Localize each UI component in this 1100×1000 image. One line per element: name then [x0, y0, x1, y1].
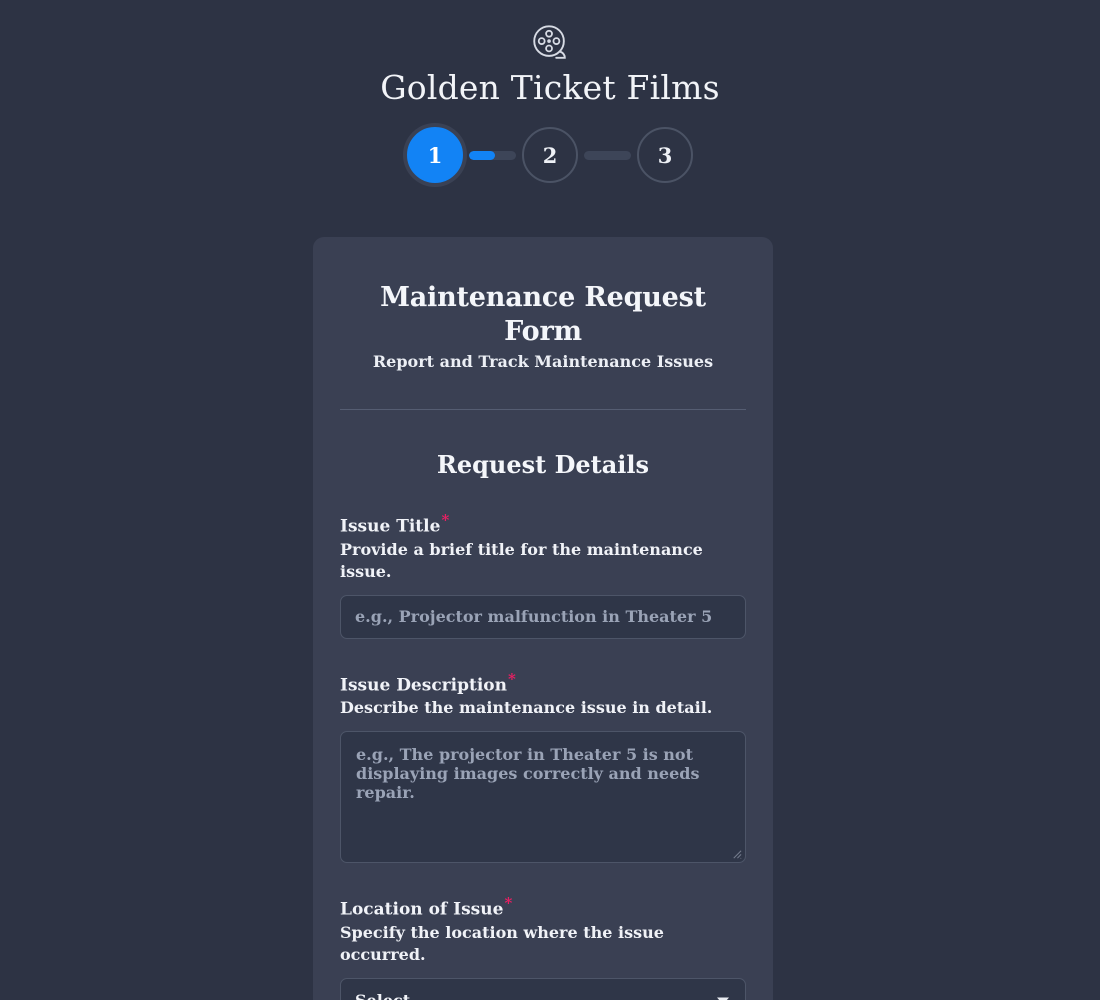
stepper-connector-2: [584, 150, 631, 160]
required-asterisk: *: [507, 669, 516, 688]
brand-header: Golden Ticket Films: [0, 0, 1100, 109]
stepper-step-2[interactable]: 2: [522, 127, 578, 183]
placeholder-line: repair.: [356, 783, 415, 803]
brand-name: Golden Ticket Films: [380, 68, 720, 107]
resize-handle-icon[interactable]: [731, 848, 742, 860]
required-asterisk: *: [441, 511, 450, 529]
section-title: Request Details: [436, 450, 650, 479]
field-issue-description-help: Describe the maintenance issue in detail…: [340, 698, 713, 718]
field-location-of-issue: Location of Issue* Specify the location …: [340, 896, 746, 1000]
field-issue-title-help: Provide a brief title for the maintenanc…: [340, 539, 703, 581]
stepper-connector-1: [469, 150, 516, 160]
field-issue-description-label-text: Issue Description: [340, 675, 507, 696]
placeholder-line: e.g., The projector in Theater 5 is not: [356, 745, 693, 765]
location-select-value: Select...: [355, 991, 427, 1000]
film-reel-icon: [533, 25, 566, 59]
header-divider: [340, 409, 746, 410]
field-issue-description: Issue Description* Describe the maintena…: [340, 669, 746, 864]
required-asterisk: *: [504, 894, 513, 913]
stepper-step-2-label: 2: [542, 142, 558, 168]
location-select[interactable]: Select...: [340, 977, 746, 1000]
issue-title-input[interactable]: e.g., Projector malfunction in Theater 5: [340, 594, 746, 639]
field-location-of-issue-help: Specify the location where the issue occ…: [340, 922, 664, 964]
field-issue-title: Issue Title* Provide a brief title for t…: [340, 513, 746, 639]
form-card: Maintenance Request Form Report and Trac…: [313, 237, 773, 1000]
field-issue-description-label: Issue Description*: [340, 669, 746, 697]
placeholder-line: displaying images correctly and needs: [356, 764, 700, 784]
stepper-step-3[interactable]: 3: [637, 127, 693, 183]
page-subtitle: Report and Track Maintenance Issues: [372, 352, 714, 371]
field-location-of-issue-label-text: Location of Issue: [340, 899, 504, 920]
stepper-connector-1-fill: [469, 150, 495, 160]
field-issue-title-label: Issue Title*: [340, 513, 746, 538]
stepper-step-1[interactable]: 1: [407, 127, 463, 183]
issue-description-textarea[interactable]: e.g., The projector in Theater 5 is not …: [340, 731, 746, 864]
field-issue-title-label-text: Issue Title: [340, 516, 441, 537]
stepper-step-1-label: 1: [427, 142, 443, 168]
maintenance-request-page: Golden Ticket Films 1 2 3 Maintenance Re…: [0, 0, 1100, 1000]
field-location-of-issue-label: Location of Issue*: [340, 896, 746, 921]
page-title: Maintenance Request Form: [380, 282, 706, 347]
progress-stepper: 1 2 3: [0, 127, 1100, 183]
stepper-step-3-label: 3: [657, 142, 673, 168]
